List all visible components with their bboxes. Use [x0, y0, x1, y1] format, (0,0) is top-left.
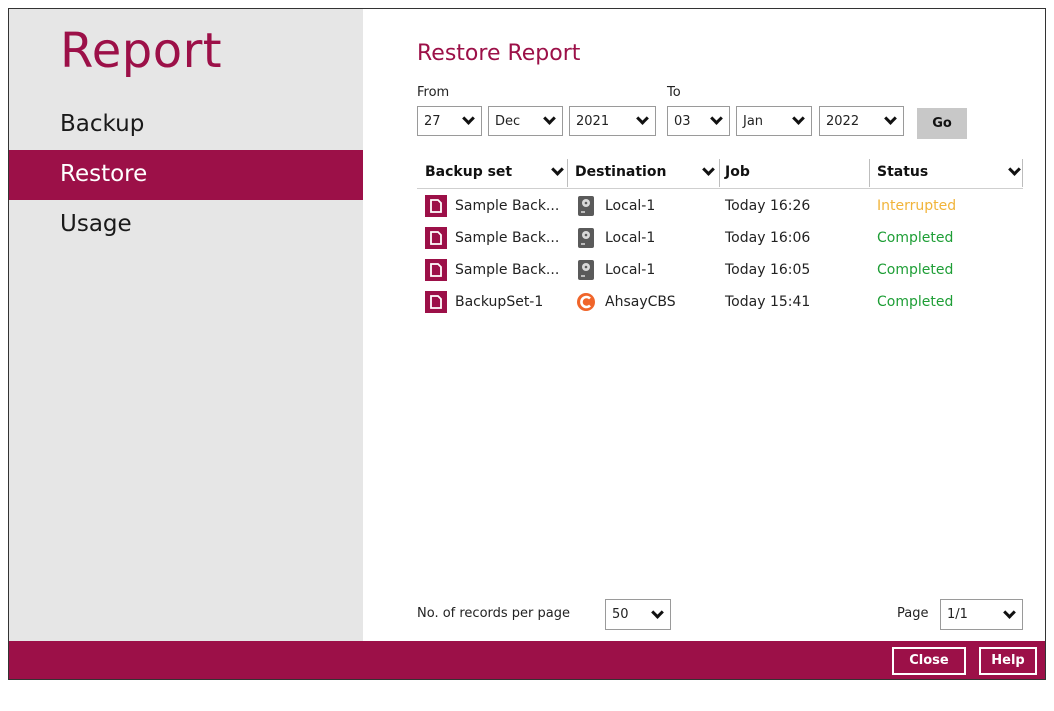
- records-per-page-value: 50: [612, 607, 629, 622]
- document-icon: [425, 259, 447, 281]
- records-per-page-label: No. of records per page: [417, 606, 571, 621]
- backup-set-name: Sample Back...: [455, 230, 560, 246]
- document-icon: [425, 227, 447, 249]
- status-text: Completed: [877, 294, 954, 310]
- chevron-down-icon: [543, 112, 556, 125]
- help-button[interactable]: Help: [979, 647, 1037, 675]
- main-panel: Restore Report From To 27 Dec 2021 03 Ja…: [363, 9, 1045, 641]
- table-row[interactable]: Sample Back... Local-1 Today 16:06 Compl…: [417, 223, 1023, 253]
- backup-set-name: Sample Back...: [455, 262, 560, 278]
- report-window: Report Backup Restore Usage Restore Repo…: [8, 8, 1046, 680]
- status-text: Completed: [877, 262, 954, 278]
- from-year-select[interactable]: 2021: [569, 106, 656, 136]
- column-header-label: Job: [725, 164, 750, 180]
- chevron-down-icon: [462, 112, 475, 125]
- column-header-label: Backup set: [425, 164, 513, 180]
- to-day-value: 03: [674, 113, 691, 129]
- from-month-value: Dec: [495, 113, 521, 129]
- column-divider: [567, 159, 568, 187]
- destination-name: AhsayCBS: [605, 294, 676, 310]
- backup-set-cell: BackupSet-1: [425, 287, 543, 317]
- backup-set-cell: Sample Back...: [425, 255, 559, 285]
- page-select[interactable]: 1/1: [940, 599, 1023, 630]
- go-button[interactable]: Go: [917, 108, 967, 139]
- document-icon: [425, 195, 447, 217]
- chevron-down-icon: [1008, 163, 1021, 176]
- chevron-down-icon: [636, 112, 649, 125]
- sidebar: Report Backup Restore Usage: [9, 9, 363, 641]
- job-time: Today 16:26: [725, 198, 811, 214]
- column-divider: [719, 159, 720, 187]
- to-year-value: 2022: [826, 113, 860, 129]
- from-month-select[interactable]: Dec: [488, 106, 563, 136]
- status-text: Completed: [877, 230, 954, 246]
- destination-cell: Local-1: [575, 255, 655, 285]
- sidebar-item-restore[interactable]: Restore: [9, 150, 363, 200]
- chevron-down-icon: [551, 163, 564, 176]
- destination-name: Local-1: [605, 230, 656, 246]
- to-month-select[interactable]: Jan: [736, 106, 812, 136]
- chevron-down-icon: [702, 163, 715, 176]
- chevron-down-icon: [884, 112, 897, 125]
- column-header-destination[interactable]: Destination: [575, 155, 717, 189]
- local-drive-icon: [575, 227, 597, 249]
- to-day-select[interactable]: 03: [667, 106, 730, 136]
- table-header: Backup set Destination Job Status: [417, 155, 1023, 189]
- table-row[interactable]: BackupSet-1 AhsayCBS Today 15:41 Complet…: [417, 287, 1023, 317]
- chevron-down-icon: [792, 112, 805, 125]
- sidebar-title: Report: [60, 23, 223, 79]
- close-button[interactable]: Close: [892, 647, 966, 675]
- chevron-down-icon: [710, 112, 723, 125]
- records-per-page-select[interactable]: 50: [605, 599, 671, 630]
- column-header-label: Status: [877, 164, 929, 180]
- chevron-down-icon: [1003, 605, 1016, 619]
- destination-name: Local-1: [605, 198, 656, 214]
- column-header-backup-set[interactable]: Backup set: [425, 155, 566, 189]
- backup-set-cell: Sample Back...: [425, 223, 559, 253]
- destination-cell: AhsayCBS: [575, 287, 676, 317]
- job-time: Today 15:41: [725, 294, 811, 310]
- ahsay-cbs-icon: [575, 291, 597, 313]
- page-label: Page: [897, 606, 929, 621]
- table-row[interactable]: Sample Back... Local-1 Today 16:26 Inter…: [417, 191, 1023, 221]
- destination-cell: Local-1: [575, 191, 655, 221]
- column-divider: [869, 159, 870, 187]
- column-header-job[interactable]: Job: [725, 155, 865, 189]
- backup-set-name: BackupSet-1: [455, 294, 544, 310]
- to-year-select[interactable]: 2022: [819, 106, 904, 136]
- job-time: Today 16:06: [725, 230, 811, 246]
- to-month-value: Jan: [743, 113, 764, 129]
- destination-cell: Local-1: [575, 223, 655, 253]
- from-label: From: [417, 85, 450, 100]
- document-icon: [425, 291, 447, 313]
- sidebar-item-backup[interactable]: Backup: [9, 100, 363, 150]
- table-row[interactable]: Sample Back... Local-1 Today 16:05 Compl…: [417, 255, 1023, 285]
- backup-set-name: Sample Back...: [455, 198, 560, 214]
- from-day-select[interactable]: 27: [417, 106, 482, 136]
- status-text: Interrupted: [877, 198, 957, 214]
- page-value: 1/1: [947, 607, 968, 622]
- footer-bar: Close Help: [9, 641, 1045, 679]
- chevron-down-icon: [651, 605, 664, 619]
- from-day-value: 27: [424, 113, 441, 129]
- column-divider: [1022, 159, 1023, 187]
- to-label: To: [667, 85, 681, 100]
- sidebar-item-usage[interactable]: Usage: [9, 200, 363, 250]
- job-time: Today 16:05: [725, 262, 811, 278]
- local-drive-icon: [575, 259, 597, 281]
- local-drive-icon: [575, 195, 597, 217]
- column-header-label: Destination: [575, 164, 667, 180]
- column-header-status[interactable]: Status: [877, 155, 1023, 189]
- destination-name: Local-1: [605, 262, 656, 278]
- page-title: Restore Report: [417, 41, 581, 66]
- from-year-value: 2021: [576, 113, 610, 129]
- backup-set-cell: Sample Back...: [425, 191, 559, 221]
